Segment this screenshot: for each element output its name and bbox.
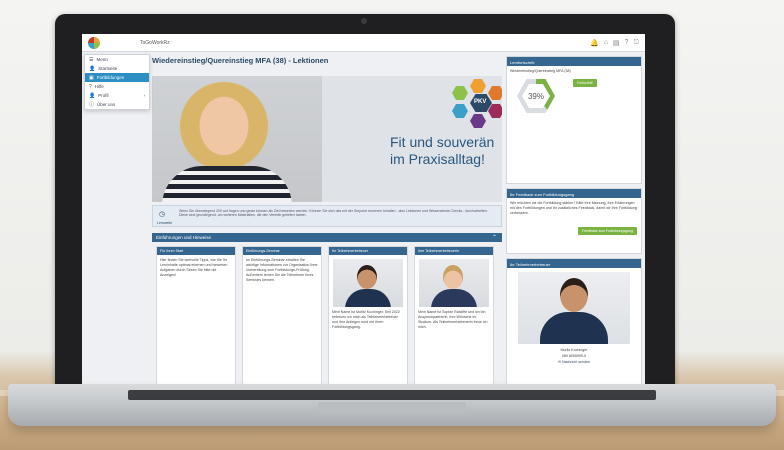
clock-icon: ◷ [159,211,166,218]
right-column: Lernfortschritt Wiedereinstieg/Quereinst… [506,56,642,389]
notice-text: Wenn Sie überwiegend 200 auf fragen und … [179,209,488,217]
hex-icon [452,104,468,118]
feedback-text: Wie möchten wir die Fortbildung stärker?… [510,201,637,215]
laptop-base [8,384,776,426]
tutor-photo [518,272,630,344]
pkv-label: PKV [474,99,487,105]
hex-icon [452,86,468,100]
menu-item-menu[interactable]: ☰ Menü [85,55,149,64]
info-icon: ⓘ [89,102,95,108]
info-card[interactable]: Für Ihren Start Hier finden Sie wertvoll… [156,246,236,386]
top-icons: 🔔 ⌂ ▤ ? ⎋ [590,39,639,47]
menu-item-label: Menü [96,57,108,62]
feedback-button[interactable]: Feedback zum Fortbildungsgang [578,227,637,235]
menu-item-hilfe[interactable]: ? Hilfe [85,82,149,91]
section-header[interactable]: Einführungen und Hinweise ⌃ [152,233,502,242]
help-icon: ? [89,83,92,90]
tutor-head [560,278,588,312]
menu-item-label: Über uns [97,102,116,107]
menu-item-ueber-uns[interactable]: ⓘ Über uns [85,100,149,109]
box-header: Lernfortschritt [507,57,641,66]
home-icon[interactable]: ⌂ [604,39,608,47]
menu-icon: ☰ [89,56,94,63]
progress-percent: 39% [522,84,550,108]
help-icon[interactable]: ? [625,39,629,47]
laptop-screen: ToGoWorkRz 🔔 ⌂ ▤ ? ⎋ ☰ Menü 👤 Startseite ▣… [82,34,645,389]
slogan-line: im Praxisalltag! [390,151,485,167]
mail-icon: ✉ [558,360,562,364]
slogan-line: Fit und souverän [390,134,495,150]
tutor-shirt [431,289,477,307]
menu-item-fortbildungen[interactable]: ▣ Fortbildungen [85,73,149,82]
laptop-lid: ToGoWorkRz 🔔 ⌂ ▤ ? ⎋ ☰ Menü 👤 Startseite ▣… [55,14,675,392]
card-header: Ihre Teilnehmerbetreuerin [415,247,493,255]
hero-slogan: Fit und souverän im Praxisalltag! [390,134,494,168]
card-text: Mein Name ist Moritz Kuchinger. Seit 202… [332,310,400,329]
info-card[interactable]: Ihre Teilnehmerbetreuerin Mein Name ist … [414,246,494,386]
menu-item-profil[interactable]: 👤 Profil › [85,91,149,100]
card-text: Im Einführungs-Seminar erhalten Sie wich… [246,258,318,282]
user-icon: 👤 [89,92,96,99]
keyboard [128,390,656,400]
app-logo[interactable] [88,36,100,49]
user-icon: 👤 [89,65,96,72]
hero-banner: Fit und souverän im Praxisalltag! PKV [152,76,502,202]
section-title: Einführungen und Hinweise [156,235,212,240]
bell-icon[interactable]: 🔔 [590,39,599,47]
menu-item-startseite[interactable]: 👤 Startseite [85,64,149,73]
menu-item-label: Fortbildungen [96,75,125,80]
notice-label: Lernweite [157,221,173,225]
chevron-right-icon: › [143,93,146,98]
tutor-info: Moritz Kuchinger 089 8055999-0 ✉ Nachric… [507,344,641,368]
progress-button[interactable]: Fortschritt [573,79,597,87]
tutor-box: Ihr Teilnehmerbetreuer Moritz Kuchinger … [506,258,642,388]
menu-item-label: Startseite [98,66,118,71]
card-text: Hier finden Sie wertvolle Tipps, wie Sie… [160,258,228,277]
progress-box: Lernfortschritt Wiedereinstieg/Quereinst… [506,56,642,184]
hex-icon [470,114,486,128]
info-card[interactable]: Ihr Teilnehmerbetreuer Mein Name ist Mor… [328,246,408,386]
chart-icon[interactable]: ▤ [613,39,620,47]
tutor-head [443,265,463,289]
hex-icon [488,86,502,100]
tutor-head [357,265,377,289]
side-menu: ☰ Menü 👤 Startseite ▣ Fortbildungen ? Hilfe … [84,54,150,110]
course-name: Wiedereinstieg/Quereinstieg MFA (38) [510,69,571,73]
tutor-photo [419,259,489,307]
striped-shirt [162,166,292,202]
progress-row: 39% Fortschritt [507,77,641,113]
notice-box: ◷ Lernweite Wenn Sie überwiegend 200 auf… [152,205,502,227]
menu-item-label: Profil [98,93,109,98]
hex-icon [470,79,486,93]
page-title: Wiedereinstieg/Quereinstieg MFA (38) - L… [152,56,329,65]
camera [361,18,367,24]
progress-hexagon: 39% [517,79,555,113]
trackpad [318,402,466,410]
logout-icon[interactable]: ⎋ [633,39,639,47]
tutor-photo [333,259,403,307]
feedback-box: Ihr Feedback zum Fortbildungsgang Wie mö… [506,188,642,254]
box-header: Ihr Feedback zum Fortbildungsgang [507,189,641,198]
card-header: Einführungs-Seminar [243,247,321,255]
card-row: Für Ihren Start Hier finden Sie wertvoll… [156,246,494,386]
message-link-label: Nachricht senden [562,360,590,364]
box-header: Ihr Teilnehmerbetreuer [507,259,641,268]
tutor-shirt [345,289,391,307]
app-title: ToGoWorkRz [140,39,170,46]
card-text: Mein Name ist Sophie Ratcliffe und ich b… [418,310,488,329]
card-header: Ihr Teilnehmerbetreuer [329,247,407,255]
top-bar: ToGoWorkRz 🔔 ⌂ ▤ ? ⎋ [82,34,645,52]
card-header: Für Ihren Start [157,247,235,255]
message-link[interactable]: ✉ Nachricht senden [510,359,638,365]
book-icon: ▣ [89,74,94,81]
chevron-up-icon[interactable]: ⌃ [492,234,497,241]
hero-portrait [152,76,322,202]
info-card[interactable]: Einführungs-Seminar Im Einführungs-Semin… [242,246,322,386]
tutor-shirt [540,312,608,344]
menu-item-label: Hilfe [94,84,104,89]
